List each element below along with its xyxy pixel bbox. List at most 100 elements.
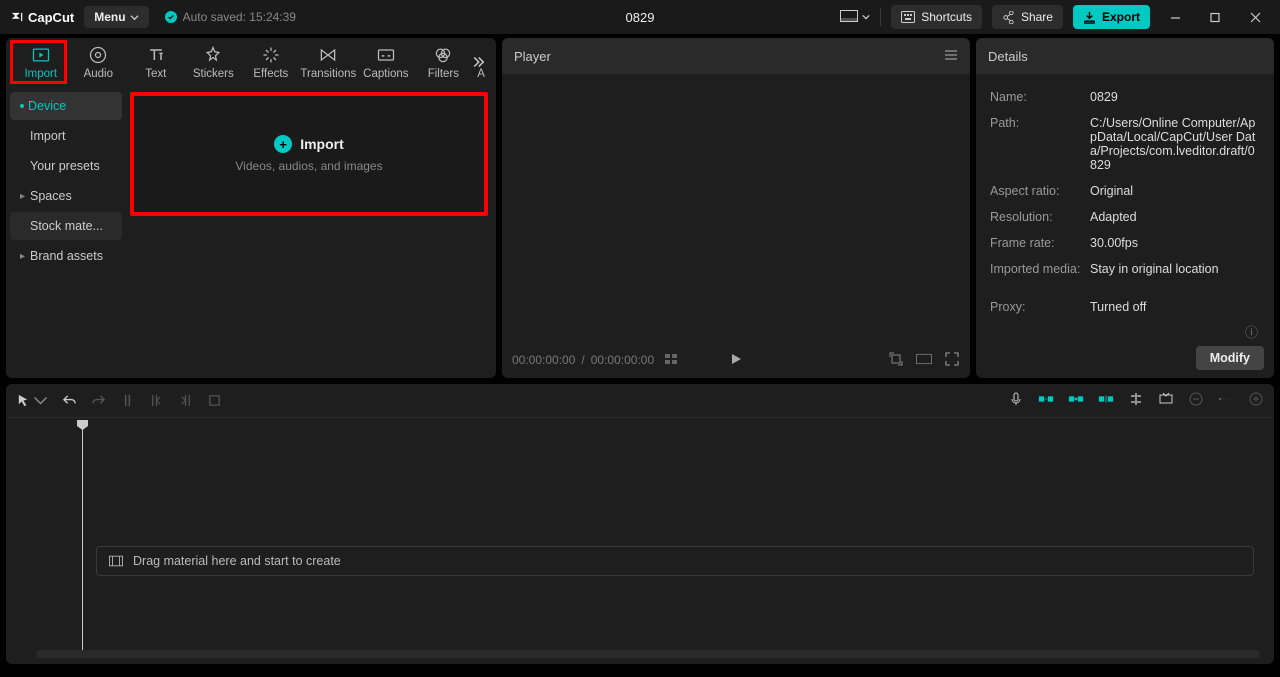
details-panel: Details Name:0829 Path:C:/Users/Online C… [976,38,1274,378]
track-placeholder[interactable]: Drag material here and start to create [96,546,1254,576]
top-tabs: Import Audio Text Stickers Effects Trans… [6,38,496,86]
share-button[interactable]: Share [992,5,1063,29]
stickers-icon [203,45,223,65]
sidebar-item-presets[interactable]: Your presets [10,152,122,180]
fullscreen-icon[interactable] [944,351,960,370]
project-title: 0829 [626,10,655,25]
check-icon [165,11,177,23]
media-panel: Import Audio Text Stickers Effects Trans… [6,38,496,378]
snap-tool-1[interactable] [1038,391,1054,410]
tab-captions[interactable]: Captions [357,41,415,84]
chevron-down-icon [130,13,139,22]
detail-name-label: Name: [990,90,1090,104]
tab-text[interactable]: Text [127,41,185,84]
player-controls: 00:00:00:00 / 00:00:00:00 [502,342,970,378]
import-title: Import [300,136,344,152]
plus-icon: + [274,135,292,153]
trim-right-tool[interactable] [178,393,193,408]
detail-aspect-label: Aspect ratio: [990,184,1090,198]
zoom-in-button[interactable] [1248,391,1264,410]
player-menu-icon[interactable] [944,49,958,64]
tab-effects[interactable]: Effects [242,41,300,84]
app-logo: CapCut [10,10,74,25]
sidebar-item-device[interactable]: Device [10,92,122,120]
menu-button[interactable]: Menu [84,6,148,28]
detail-name-value: 0829 [1090,90,1260,104]
timeline-tracks[interactable]: Drag material here and start to create [6,418,1274,664]
detail-imported-label: Imported media: [990,262,1090,276]
detail-resolution-label: Resolution: [990,210,1090,224]
media-drop-area: + Import Videos, audios, and images [126,86,496,378]
play-button[interactable] [730,354,742,368]
grid-icon[interactable] [664,353,678,368]
detail-framerate-label: Frame rate: [990,236,1090,250]
keyboard-icon [901,11,915,23]
player-panel: Player 00:00:00:00 / 00:00:00:00 [502,38,970,378]
snap-tool-3[interactable] [1098,391,1114,410]
detail-path-label: Path: [990,116,1090,172]
chevron-double-right-icon [469,53,487,71]
preview-tool[interactable] [1158,391,1174,410]
zoom-slider[interactable] [1218,391,1234,410]
playhead[interactable] [82,422,83,652]
sidebar-item-spaces[interactable]: ▸Spaces [10,182,122,210]
effects-icon [261,45,281,65]
export-button[interactable]: Export [1073,5,1150,29]
share-icon [1002,11,1015,24]
layout-icon[interactable] [840,10,870,24]
film-icon [109,554,123,568]
filters-icon [433,45,453,65]
align-tool[interactable] [1128,391,1144,410]
undo-button[interactable] [62,393,77,408]
autosave-status: Auto saved: 15:24:39 [165,10,296,24]
tab-audio[interactable]: Audio [70,41,128,84]
help-icon[interactable]: ⓘ [1245,322,1258,341]
redo-button[interactable] [91,393,106,408]
zoom-out-button[interactable] [1188,391,1204,410]
ratio-display-icon[interactable] [916,351,932,370]
tab-stickers[interactable]: Stickers [185,41,243,84]
time-total: 00:00:00:00 [591,353,654,367]
transitions-icon [318,45,338,65]
detail-resolution-value: Adapted [1090,210,1260,224]
sidebar-item-brand[interactable]: ▸Brand assets [10,242,122,270]
detail-aspect-value: Original [1090,184,1260,198]
scale-icon[interactable] [888,351,904,370]
delete-tool[interactable] [207,393,222,408]
captions-icon [376,45,396,65]
select-tool[interactable] [16,393,48,408]
snap-tool-2[interactable] [1068,391,1084,410]
timeline-toolbar [6,384,1274,418]
tab-import[interactable]: Import [12,41,70,84]
timeline-panel: Drag material here and start to create [6,384,1274,664]
capcut-logo-icon [10,10,24,24]
title-bar: CapCut Menu Auto saved: 15:24:39 0829 Sh… [0,0,1280,34]
timeline-scrollbar[interactable] [36,650,1260,658]
media-sidebar: Device Import Your presets ▸Spaces Stock… [6,86,126,378]
modify-button[interactable]: Modify [1196,346,1264,370]
audio-icon [88,45,108,65]
detail-path-value: C:/Users/Online Computer/AppData/Local/C… [1090,116,1260,172]
app-name: CapCut [28,10,74,25]
player-viewport[interactable] [502,74,970,342]
window-close-button[interactable] [1240,2,1270,32]
detail-proxy-label: Proxy: [990,300,1090,314]
detail-imported-value: Stay in original location [1090,262,1260,276]
player-header: Player [502,38,970,74]
detail-proxy-value: Turned off [1090,300,1260,314]
trim-left-tool[interactable] [149,393,164,408]
window-minimize-button[interactable] [1160,2,1190,32]
mic-button[interactable] [1008,391,1024,410]
tab-transitions[interactable]: Transitions [300,41,358,84]
tabs-more-button[interactable] [464,53,492,71]
import-dropzone[interactable]: + Import Videos, audios, and images [130,92,488,216]
sidebar-item-stock[interactable]: Stock mate... [10,212,122,240]
text-icon [146,45,166,65]
export-icon [1083,11,1096,24]
split-tool[interactable] [120,393,135,408]
shortcuts-button[interactable]: Shortcuts [891,5,982,29]
sidebar-item-import[interactable]: Import [10,122,122,150]
window-maximize-button[interactable] [1200,2,1230,32]
import-subtitle: Videos, audios, and images [235,159,382,173]
detail-framerate-value: 30.00fps [1090,236,1260,250]
